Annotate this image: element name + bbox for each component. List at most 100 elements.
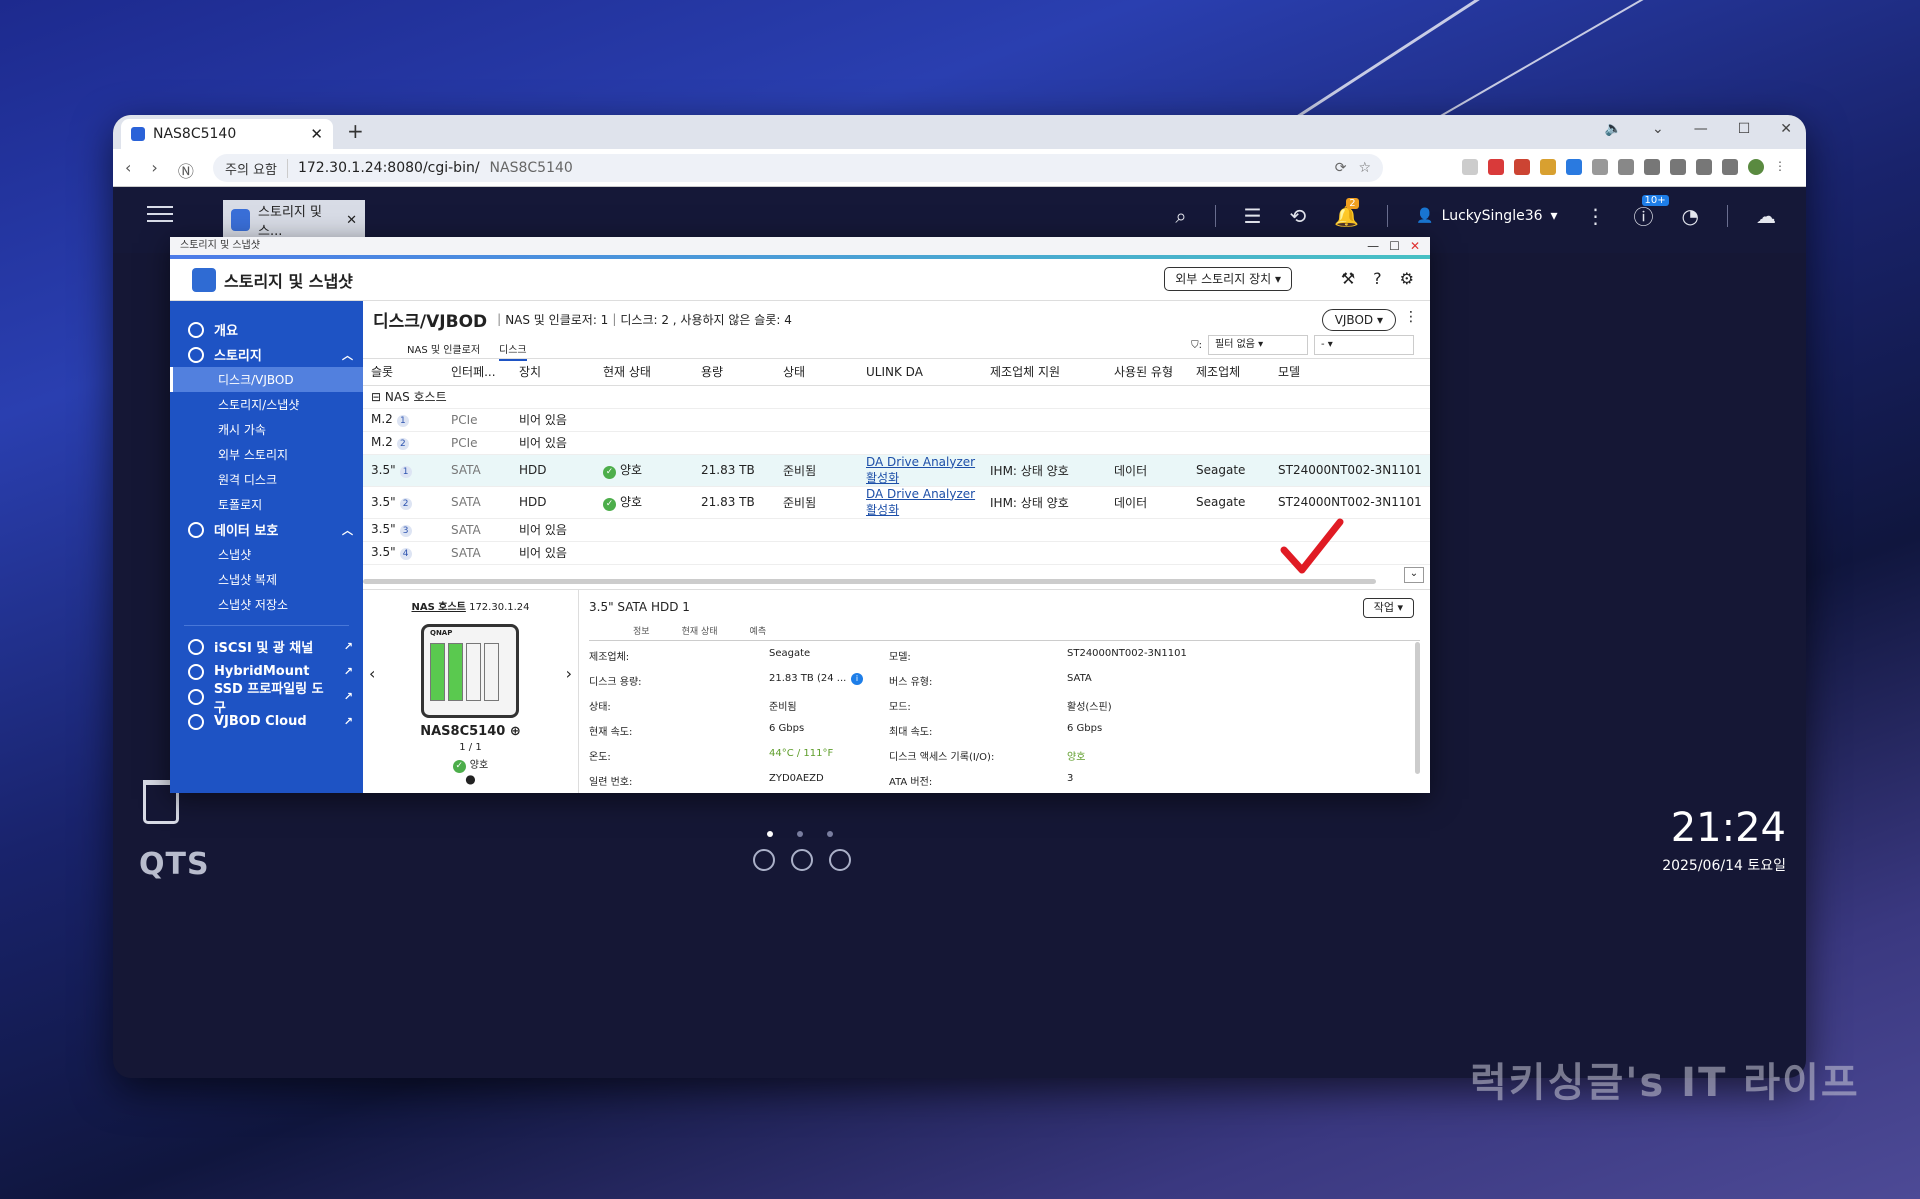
chevron-down-icon[interactable]: ⌄ (1652, 121, 1664, 137)
horizontal-scrollbar[interactable] (363, 579, 1376, 584)
ulink-da-link[interactable]: DA Drive Analyzer 활성화 (866, 455, 975, 485)
close-app-tab-icon[interactable]: ✕ (346, 213, 357, 228)
sidebar-item-external-storage[interactable]: 외부 스토리지 (170, 442, 363, 467)
ulink-da-link[interactable]: DA Drive Analyzer 활성화 (866, 487, 975, 517)
sidebar-item-storage-snapshot[interactable]: 스토리지/스냅샷 (170, 392, 363, 417)
tools-icon[interactable]: ⚒ (1341, 269, 1355, 288)
sidebar-item-ssd-profiling[interactable]: SSD 프로파일링 도구 ↗ (170, 682, 363, 716)
shield-icon[interactable] (1488, 159, 1504, 175)
close-icon[interactable]: ✕ (1410, 237, 1420, 255)
extension-icon[interactable] (1722, 159, 1738, 175)
table-row[interactable]: 3.5" 4 SATA 비어 있음 (363, 541, 1430, 565)
help-icon[interactable]: ? (1373, 269, 1382, 288)
page-dot[interactable] (827, 831, 833, 837)
action-button[interactable]: 작업 ▾ (1362, 598, 1414, 618)
extension-icon[interactable] (1540, 159, 1556, 175)
gear-icon[interactable]: ⚙ (1400, 269, 1414, 288)
close-tab-icon[interactable]: ✕ (310, 125, 323, 143)
minimize-icon[interactable]: — (1694, 121, 1708, 137)
maximize-icon[interactable]: ☐ (1738, 121, 1751, 137)
sidebar-item-storage[interactable]: 스토리지 ︿ (170, 342, 363, 367)
info-icon[interactable]: i (851, 673, 863, 685)
hamburger-menu-icon[interactable] (147, 201, 173, 227)
dashboard-gauge-icon[interactable]: ◔ (1682, 204, 1699, 228)
tab-info[interactable]: 정보 (633, 624, 650, 637)
sidebar-item-snapshot-vault[interactable]: 스냅샷 저장소 (170, 592, 363, 617)
star-icon[interactable]: ☆ (1358, 160, 1371, 176)
sidebar-item-snapshot[interactable]: 스냅샷 (170, 542, 363, 567)
tab-nas-enclosure[interactable]: NAS 및 인클로저 (407, 341, 480, 356)
column-header[interactable]: 상태 (775, 359, 858, 386)
page-dot[interactable] (767, 831, 773, 837)
download-icon[interactable] (1566, 159, 1582, 175)
table-row[interactable]: 3.5" 2 SATA HDD ✓ 양호 21.83 TB 준비됨 DA Drive Analy… (363, 486, 1430, 519)
storage-app-tab[interactable]: 스토리지 및 스... ✕ (223, 200, 365, 240)
puzzle-icon[interactable] (1618, 159, 1634, 175)
dock-app-icon[interactable] (753, 849, 775, 871)
info-icon[interactable]: ⓘ 10+ (1634, 195, 1669, 230)
sidebar-item-disks[interactable]: 디스크/VJBOD (170, 367, 363, 392)
collapse-panel-icon[interactable]: ⌄ (1404, 567, 1424, 583)
sidebar-item-iscsi[interactable]: iSCSI 및 광 채널 ↗ (170, 634, 363, 659)
sidebar-item-snapshot-replica[interactable]: 스냅샷 복제 (170, 567, 363, 592)
sync-icon[interactable]: ⟲ (1290, 204, 1307, 228)
tab-disk[interactable]: 디스크 (499, 341, 527, 361)
maximize-icon[interactable]: ☐ (1389, 237, 1400, 255)
user-menu[interactable]: 👤 LuckySingle36 ▾ (1416, 208, 1557, 224)
cloud-icon[interactable]: ☁ (1756, 204, 1776, 228)
collapse-icon[interactable]: ⊟ (371, 390, 381, 404)
column-header[interactable]: 장치 (511, 359, 595, 386)
security-warning[interactable]: 주의 요함 (225, 158, 288, 178)
extension-icon[interactable] (1644, 159, 1660, 175)
minimize-icon[interactable]: — (1367, 237, 1379, 255)
close-window-icon[interactable]: ✕ (1780, 121, 1792, 137)
vjbod-button[interactable]: VJBOD ▾ (1321, 309, 1396, 331)
column-header[interactable]: 제조업체 (1188, 359, 1270, 386)
profile-avatar-icon[interactable] (1748, 159, 1764, 175)
column-header[interactable]: 모델 (1270, 359, 1430, 386)
extension-icon[interactable] (1592, 159, 1608, 175)
host-label[interactable]: NAS 호스트 (411, 602, 465, 613)
browser-tab[interactable]: NAS8C5140 ✕ (121, 119, 333, 149)
more-options-icon[interactable]: ⋮ (1586, 204, 1606, 228)
disk-bay-1[interactable] (430, 643, 445, 701)
page-dot[interactable] (797, 831, 803, 837)
more-options-icon[interactable]: ⋮ (1404, 309, 1418, 325)
tab-status[interactable]: 현재 상태 (682, 624, 718, 637)
column-header[interactable]: 사용된 유형 (1106, 359, 1188, 386)
dock-widget-icon[interactable] (829, 849, 851, 871)
sidebar-icon[interactable] (1696, 159, 1712, 175)
forward-icon[interactable]: › (151, 158, 157, 182)
sidebar-item-remote-disk[interactable]: 원격 디스크 (170, 467, 363, 492)
kebab-menu-icon[interactable]: ⋮ (1774, 159, 1790, 175)
sidebar-item-overview[interactable]: 개요 (170, 317, 363, 342)
filter-select-2[interactable]: - ▾ (1314, 335, 1414, 355)
filter-icon[interactable]: ⛉: (1191, 340, 1202, 351)
dock-tools-icon[interactable] (791, 849, 813, 871)
extension-icon[interactable] (1462, 159, 1478, 175)
table-row[interactable]: M.2 2 PCIe 비어 있음 (363, 431, 1430, 455)
extension-icon[interactable] (1514, 159, 1530, 175)
column-header[interactable]: 인터페... (443, 359, 511, 386)
tab-predict[interactable]: 예측 (750, 624, 767, 637)
disk-bay-2[interactable] (448, 643, 463, 701)
new-tab-icon[interactable]: + (347, 119, 364, 143)
table-row[interactable]: 3.5" 1 SATA HDD ✓ 양호 21.83 TB 준비됨 DA Drive Analy… (363, 454, 1430, 487)
sidebar-item-data-protection[interactable]: 데이터 보호 ︿ (170, 517, 363, 542)
column-header[interactable]: ULINK DA (858, 359, 982, 386)
column-header[interactable]: 슬롯 (363, 359, 443, 386)
n-icon[interactable]: Ⓝ (178, 158, 194, 182)
search-icon[interactable]: ⌕ (1175, 204, 1186, 228)
back-icon[interactable]: ‹ (125, 158, 131, 182)
reload-icon[interactable]: ⟳ (1335, 160, 1347, 176)
disk-bay-3[interactable] (466, 643, 481, 701)
sidebar-item-cache[interactable]: 캐시 가속 (170, 417, 363, 442)
next-device-icon[interactable]: › (566, 664, 572, 683)
filter-select[interactable]: 필터 없음 ▾ (1208, 335, 1308, 355)
vertical-scrollbar[interactable] (1415, 642, 1420, 774)
column-header[interactable]: 현재 상태 (595, 359, 693, 386)
column-header[interactable]: 용량 (693, 359, 775, 386)
zoom-icon[interactable]: ⊕ (510, 724, 521, 739)
task-stack-icon[interactable]: ☰ (1244, 204, 1262, 228)
bell-icon[interactable]: 🔔 2 (1334, 197, 1359, 228)
